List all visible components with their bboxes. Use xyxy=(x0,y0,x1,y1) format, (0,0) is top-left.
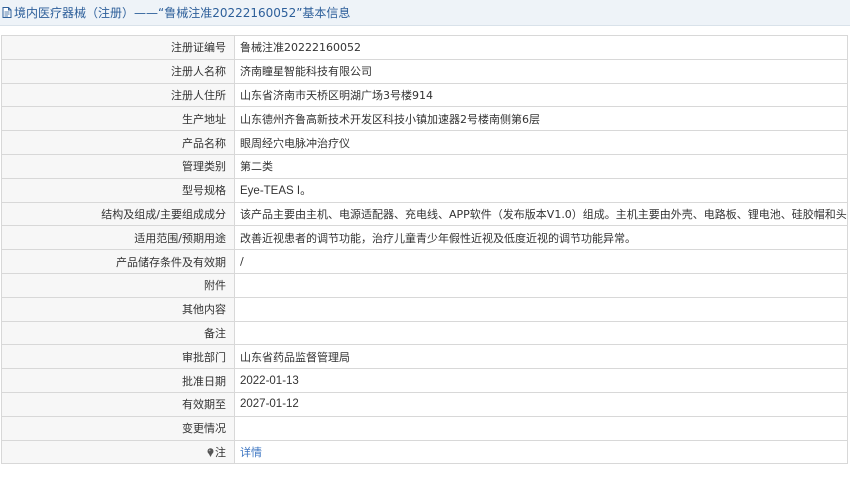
row-label: 审批部门 xyxy=(1,344,235,370)
details-link[interactable]: 详情 xyxy=(240,446,262,459)
row-value: 眼周经穴电脉冲治疗仪 xyxy=(234,130,848,155)
row-label: 适用范围/预期用途 xyxy=(1,225,235,251)
table-row: 有效期至 2027-01-12 xyxy=(1,391,848,417)
row-value xyxy=(234,415,848,441)
row-label: 产品名称 xyxy=(1,130,235,155)
table-row: 管理类别 第二类 xyxy=(1,153,848,179)
row-value xyxy=(234,296,848,322)
table-row: 审批部门 山东省药品监督管理局 xyxy=(1,344,848,370)
row-value: 第二类 xyxy=(234,153,848,179)
page-header: 境内医疗器械（注册）——“鲁械注准20222160052”基本信息 xyxy=(0,0,850,26)
row-value: 山东省药品监督管理局 xyxy=(234,344,848,370)
table-row: 注册人名称 济南瞳星智能科技有限公司 xyxy=(1,58,848,84)
table-row: 注 详情 xyxy=(1,439,848,465)
row-label: 注 xyxy=(215,445,226,459)
device-info-table: 注册证编号 鲁械注准20222160052 注册人名称 济南瞳星智能科技有限公司… xyxy=(1,35,848,465)
row-label: 备注 xyxy=(1,320,235,346)
table-row: 型号规格 Eye-TEAS I。 xyxy=(1,177,848,203)
row-value: 改善近视患者的调节功能，治疗儿童青少年假性近视及低度近视的调节功能异常。 xyxy=(234,225,848,251)
table-row: 结构及组成/主要组成成分 该产品主要由主机、电源适配器、充电线、APP软件（发布… xyxy=(1,201,848,227)
note-label-cell: 注 xyxy=(1,439,235,465)
row-label: 变更情况 xyxy=(1,415,235,441)
table-row: 备注 xyxy=(1,320,848,346)
table-row: 注册人住所 山东省济南市天桥区明湖广场3号楼914 xyxy=(1,82,848,108)
row-label: 批准日期 xyxy=(1,368,235,393)
row-value: 2027-01-12 xyxy=(234,391,848,417)
row-label: 型号规格 xyxy=(1,177,235,203)
table-row: 其他内容 xyxy=(1,296,848,322)
row-label: 其他内容 xyxy=(1,296,235,322)
row-label: 注册人住所 xyxy=(1,82,235,108)
table-row: 产品储存条件及有效期 / xyxy=(1,249,848,274)
row-label: 生产地址 xyxy=(1,106,235,132)
row-value: 该产品主要由主机、电源适配器、充电线、APP软件（发布版本V1.0）组成。主机主… xyxy=(234,201,848,227)
note-value-cell: 详情 xyxy=(234,439,848,465)
table-row: 批准日期 2022-01-13 xyxy=(1,368,848,393)
row-value: 鲁械注准20222160052 xyxy=(234,35,848,60)
row-label: 注册人名称 xyxy=(1,58,235,84)
row-label: 管理类别 xyxy=(1,153,235,179)
row-value: Eye-TEAS I。 xyxy=(234,177,848,203)
row-value: 2022-01-13 xyxy=(234,368,848,393)
table-row: 生产地址 山东德州齐鲁高新技术开发区科技小镇加速器2号楼南侧第6层 xyxy=(1,106,848,132)
table-row: 变更情况 xyxy=(1,415,848,441)
row-label: 结构及组成/主要组成成分 xyxy=(1,201,235,227)
table-row: 附件 xyxy=(1,272,848,298)
row-value: 山东省济南市天桥区明湖广场3号楼914 xyxy=(234,82,848,108)
table-row: 注册证编号 鲁械注准20222160052 xyxy=(1,35,848,60)
row-value xyxy=(234,320,848,346)
row-label: 有效期至 xyxy=(1,391,235,417)
row-value: 山东德州齐鲁高新技术开发区科技小镇加速器2号楼南侧第6层 xyxy=(234,106,848,132)
page-title: 境内医疗器械（注册）——“鲁械注准20222160052”基本信息 xyxy=(14,6,351,20)
document-icon xyxy=(2,7,12,18)
row-value: / xyxy=(234,249,848,274)
row-label: 产品储存条件及有效期 xyxy=(1,249,235,274)
table-row: 产品名称 眼周经穴电脉冲治疗仪 xyxy=(1,130,848,155)
row-value xyxy=(234,272,848,298)
pin-icon xyxy=(207,448,214,457)
row-value: 济南瞳星智能科技有限公司 xyxy=(234,58,848,84)
row-label: 注册证编号 xyxy=(1,35,235,60)
table-row: 适用范围/预期用途 改善近视患者的调节功能，治疗儿童青少年假性近视及低度近视的调… xyxy=(1,225,848,251)
row-label: 附件 xyxy=(1,272,235,298)
